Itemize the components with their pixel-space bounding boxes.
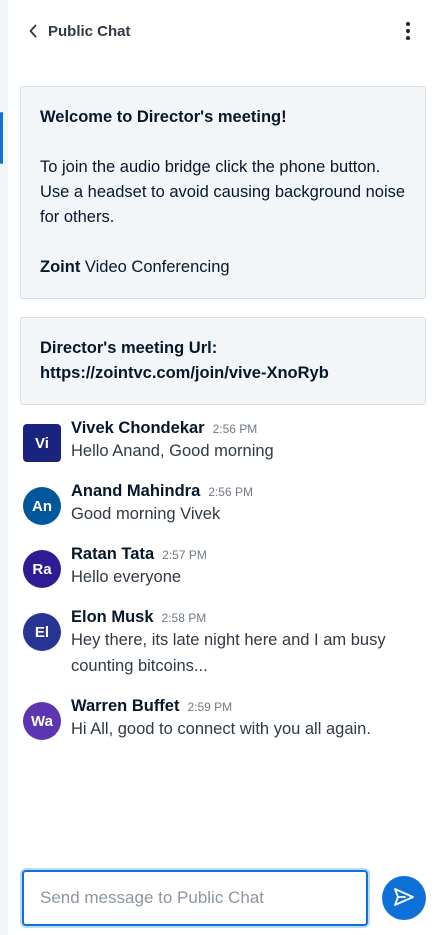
message-text: Hey there, its late night here and I am … — [71, 631, 386, 675]
message-item: Vi Vivek Chondekar 2:56 PM Hello Anand, Goo… — [23, 419, 424, 464]
message-text: Hi All, good to connect with you all aga… — [71, 720, 371, 738]
more-vertical-icon — [406, 22, 410, 26]
send-button[interactable] — [382, 876, 426, 920]
message-sender: Warren Buffet — [71, 697, 180, 715]
sidebar-active-indicator — [0, 112, 3, 164]
message-timestamp: 2:56 PM — [212, 422, 258, 436]
chat-header: Public Chat — [8, 0, 434, 62]
brand-line: Zoint Video Conferencing — [40, 258, 230, 276]
welcome-message: Welcome to Director's meeting! To join t… — [20, 86, 426, 299]
message-body: Anand Mahindra 2:56 PM Good morning Vivek — [71, 482, 424, 527]
message-text: Good morning Vivek — [71, 505, 221, 523]
message-header: Elon Musk 2:58 PM — [71, 608, 424, 627]
meeting-name: Director's meeting — [136, 108, 282, 126]
more-options-button[interactable] — [396, 19, 420, 43]
message-body: Ratan Tata 2:57 PM Hello everyone — [71, 545, 424, 590]
message-timestamp: 2:58 PM — [161, 611, 207, 625]
back-to-chats-button[interactable]: Public Chat — [28, 23, 131, 40]
message-body: Vivek Chondekar 2:56 PM Hello Anand, Good … — [71, 419, 424, 464]
message-header: Anand Mahindra 2:56 PM — [71, 482, 424, 501]
message-input[interactable] — [22, 870, 368, 926]
message-timestamp: 2:59 PM — [187, 700, 233, 714]
meeting-url-label: Director's meeting Url: — [40, 339, 218, 357]
message-text: Hello Anand, Good morning — [71, 442, 274, 460]
avatar[interactable]: Ra — [23, 550, 61, 588]
message-sender: Ratan Tata — [71, 545, 155, 563]
message-item: El Elon Musk 2:58 PM Hey there, its late ni… — [23, 608, 424, 679]
message-sender: Vivek Chondekar — [71, 419, 205, 437]
message-item: Ra Ratan Tata 2:57 PM Hello everyone — [23, 545, 424, 590]
message-timestamp: 2:57 PM — [162, 548, 207, 562]
message-sender: Anand Mahindra — [71, 482, 201, 500]
meeting-url-box: Director's meeting Url: https://zointvc.… — [20, 317, 426, 405]
avatar[interactable]: Vi — [23, 424, 61, 462]
audio-instructions: To join the audio bridge click the phone… — [40, 158, 406, 226]
chat-title: Public Chat — [48, 22, 131, 40]
message-text: Hello everyone — [71, 568, 182, 586]
chat-panel: Public Chat Welcome to Director's meetin… — [0, 0, 434, 935]
send-icon — [393, 887, 415, 910]
message-timestamp: 2:56 PM — [208, 485, 253, 499]
message-list: Vi Vivek Chondekar 2:56 PM Hello Anand, Goo… — [8, 419, 434, 742]
message-header: Ratan Tata 2:57 PM — [71, 545, 424, 564]
message-sender: Elon Musk — [71, 608, 154, 626]
message-body: Warren Buffet 2:59 PM Hi All, good to conn… — [71, 697, 424, 742]
avatar[interactable]: El — [23, 613, 61, 651]
message-item: Wa Warren Buffet 2:59 PM Hi All, good to co… — [23, 697, 424, 742]
message-header: Vivek Chondekar 2:56 PM — [71, 419, 424, 438]
avatar[interactable]: An — [23, 487, 61, 525]
message-header: Warren Buffet 2:59 PM — [71, 697, 424, 716]
message-body: Elon Musk 2:58 PM Hey there, its late nigh… — [71, 608, 424, 679]
welcome-line: Welcome to Director's meeting! — [40, 108, 287, 126]
avatar[interactable]: Wa — [23, 702, 61, 740]
brand-name: Zoint — [40, 258, 81, 276]
meeting-url-link[interactable]: https://zointvc.com/join/vive-XnoRyb — [40, 361, 406, 386]
message-item: An Anand Mahindra 2:56 PM Good morning Vive… — [23, 482, 424, 527]
message-composer — [22, 870, 426, 926]
chevron-left-icon — [28, 24, 38, 38]
